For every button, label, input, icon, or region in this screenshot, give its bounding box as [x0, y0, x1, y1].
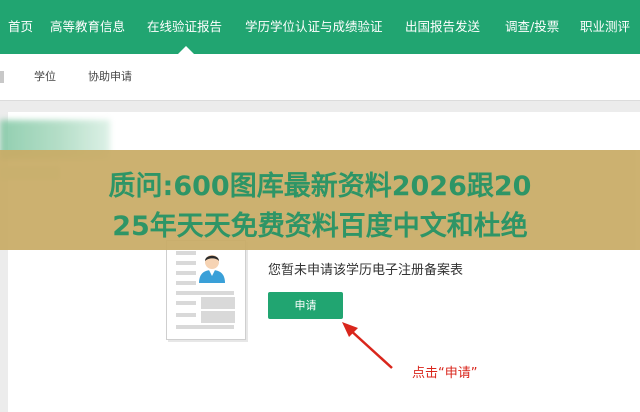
subnav-item-degree[interactable]: 学位: [34, 54, 56, 100]
top-navigation-bar: 首页 高等教育信息 在线验证报告 学历学位认证与成绩验证 出国报告发送 调查/投…: [0, 0, 640, 54]
nav-item-survey-vote[interactable]: 调查/投票: [505, 0, 559, 54]
click-apply-hint: 点击“申请”: [412, 366, 478, 381]
doc-line: [176, 301, 196, 305]
doc-line: [176, 281, 196, 285]
doc-field: [201, 297, 235, 309]
nav-item-higher-education[interactable]: 高等教育信息: [50, 0, 125, 54]
nav-item-home[interactable]: 首页: [8, 0, 33, 54]
doc-line: [176, 291, 234, 295]
doc-line: [176, 261, 196, 265]
sub-navigation-bar: 学位 协助申请: [0, 54, 640, 101]
active-tab-indicator: [178, 46, 194, 54]
nav-item-overseas-report[interactable]: 出国报告发送: [405, 0, 480, 54]
subnav-left-edge: [0, 71, 4, 83]
red-arrow-icon: [342, 322, 393, 369]
banner-line-1: 质问:600图库最新资料2026跟20: [108, 171, 532, 202]
doc-line: [176, 251, 196, 255]
document-illustration: [166, 240, 246, 340]
doc-line: [176, 325, 234, 329]
subnav-item-assist-apply[interactable]: 协助申请: [88, 54, 132, 100]
doc-field: [201, 311, 235, 323]
overlay-banner: 质问:600图库最新资料2026跟20 25年天天免费资料百度中文和杜绝: [0, 150, 640, 250]
doc-line: [176, 313, 196, 317]
doc-line: [176, 271, 196, 275]
apply-button[interactable]: 申请: [268, 292, 343, 319]
user-avatar-icon: [199, 255, 225, 283]
nav-item-career-test[interactable]: 职业测评: [580, 0, 630, 54]
nav-item-degree-certification[interactable]: 学历学位认证与成绩验证: [245, 0, 383, 54]
banner-line-2: 25年天天免费资料百度中文和杜绝: [112, 211, 528, 242]
no-application-message: 您暂未申请该学历电子注册备案表: [268, 263, 464, 278]
